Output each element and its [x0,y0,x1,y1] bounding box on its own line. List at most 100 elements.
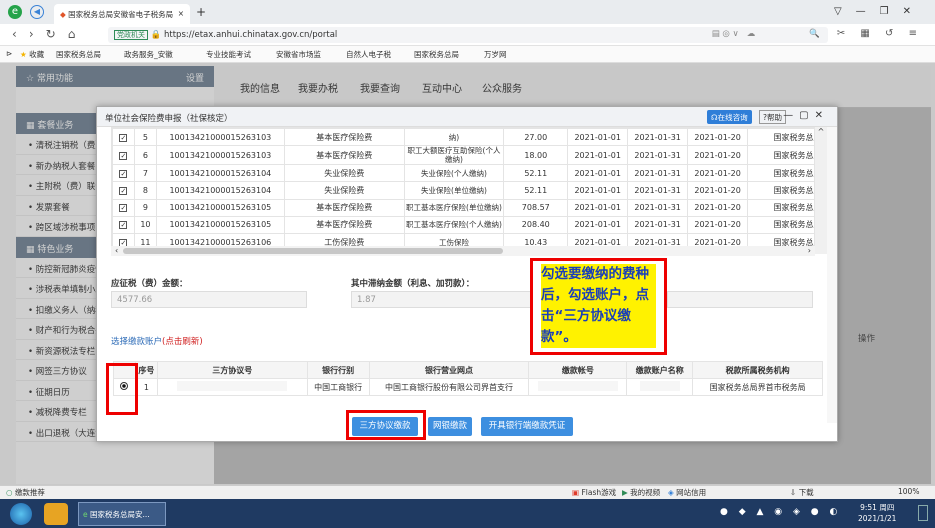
scroll-left-icon[interactable]: ‹ [115,246,118,255]
tab-close-icon[interactable]: × [178,9,184,18]
payable-label: 应征税（费）金额： [111,279,188,289]
tax-item-row[interactable]: ✓ 9 10013421000015263105 基本医疗保险费 职工基本医疗保险(单位… [112,198,814,217]
close-window-icon[interactable]: ✕ [903,6,925,17]
late-fee-label: 其中滞纳金额（利息、加罚款）： [351,279,475,289]
modal-right-scrollbar[interactable] [827,127,837,423]
row-id: 10013421000015263103 [155,128,285,147]
status-my-video[interactable]: ▶ 我的视频 [622,487,660,498]
zoom-level[interactable]: 100% [898,487,919,496]
tax-item-row[interactable]: ✓ 5 10013421000015263103 基本医疗保险费 纳) 27.00 2021… [112,128,814,147]
browser-logo-icon[interactable]: e [8,5,22,19]
row-amount: 18.00 [503,145,569,166]
toolbar-icons[interactable]: ✂ ▦ ↺ ≡ [837,28,923,39]
row-type: 基本医疗保险费 [283,215,405,234]
row-item: 失业保险(个人缴纳) [403,164,505,183]
online-banking-payment-button[interactable]: 网银缴款 [428,417,472,436]
home-icon[interactable]: ⌂ [68,27,88,41]
browser-tab[interactable]: ◆ 国家税务总局安徽省电子税务局 × [54,4,190,24]
taskbar-browser-button[interactable]: e 国家税务总局安... [78,502,166,526]
forward-icon[interactable]: › [29,27,46,41]
address-bar[interactable]: 党政机关 🔒 https://etax.anhui.chinatax.gov.c… [108,27,828,43]
checkbox-checked-icon[interactable]: ✓ [119,204,128,213]
late-fee-field[interactable]: 1.87 [351,291,537,308]
account-table: 序号 三方协议号 银行行别 银行营业网点 缴款帐号 缴款账户名称 税款所属税务机… [113,360,823,397]
browser-tab-bar: e ◀ ◆ 国家税务总局安徽省电子税务局 × + ▽—❐✕ [0,0,935,24]
payable-amount-field[interactable]: 4577.66 [111,291,307,308]
row-id: 10013421000015263103 [155,145,285,166]
fav-item[interactable]: 万岁网 [484,49,507,60]
row-checkbox[interactable]: ✓ [112,181,135,200]
checkbox-checked-icon[interactable]: ✓ [119,221,128,230]
sidebar-toggle-icon[interactable]: ⊳ [6,49,12,58]
row-due: 2021-01-20 [687,128,749,147]
help-button[interactable]: ?帮助 [759,110,786,124]
scroll-right-icon[interactable]: › [808,246,811,255]
row-checkbox[interactable]: ✓ [112,215,135,234]
row-amount: 52.11 [503,164,569,183]
fav-item[interactable]: 政务服务_安徽 [124,49,173,60]
account-row[interactable]: 1 中国工商银行 中国工商银行股份有限公司界首支行 国家税务总局界首市税务局 [113,378,823,397]
modal-title: 单位社会保险费申报（社保核定） [105,114,233,124]
tax-item-row[interactable]: ✓ 10 10013421000015263105 基本医疗保险费 职工基本医疗保险(个… [112,215,814,234]
checkbox-checked-icon[interactable]: ✓ [119,169,128,178]
bank-voucher-button[interactable]: 开具银行端缴款凭证 [481,417,573,436]
account-header: 缴款帐号 [528,360,628,380]
status-site-credit[interactable]: ◈ 网站信用 [668,487,706,498]
clock-date: 2021/1/21 [858,514,897,523]
row-checkbox[interactable]: ✓ [112,164,135,183]
status-download[interactable]: ⇩ 下载 [790,487,814,498]
fav-item[interactable]: 国家税务总局 [56,49,101,60]
checkbox-checked-icon[interactable]: ✓ [119,151,128,160]
row-end: 2021-01-31 [627,181,689,200]
back-icon[interactable]: ‹ [12,27,29,41]
tax-item-row[interactable]: ✓ 6 10013421000015263103 基本医疗保险费 职工大额医疗互助保险(… [112,145,814,166]
account-header: 三方协议号 [156,360,308,380]
row-item: 失业保险(单位缴纳) [403,181,505,200]
checkbox-checked-icon[interactable]: ✓ [119,133,128,142]
maximize-icon[interactable]: ❐ [880,6,903,17]
maximize-icon[interactable]: ▢ [799,110,814,121]
row-checkbox[interactable]: ✓ [112,198,135,217]
system-tray-icons[interactable]: ● ◆ ▲ ◉ ◈ ● ◐ [720,507,841,517]
browser-nav-bar: ‹›↻⌂ 党政机关 🔒 https://etax.anhui.chinatax.… [0,24,935,46]
new-tab-button[interactable]: + [196,5,206,19]
status-left[interactable]: ○ 缴款推荐 [6,487,45,498]
row-item: 纳) [403,128,505,147]
row-start: 2021-01-01 [567,215,629,234]
tax-item-row[interactable]: ✓ 7 10013421000015263104 失业保险费 失业保险(个人缴纳) 52.… [112,164,814,183]
row-start: 2021-01-01 [567,145,629,166]
skin-icon[interactable]: ▽ [834,6,856,17]
fav-item[interactable]: 自然人电子税 [346,49,391,60]
fav-item[interactable]: 安徽省市场监 [276,49,321,60]
fav-item[interactable]: 专业技能考试 [206,49,251,60]
tax-items-table-container: ✓ 5 10013421000015263103 基本医疗保险费 纳) 27.00 2021… [111,127,815,254]
refresh-icon[interactable]: ↻ [46,27,68,41]
back-circle-icon[interactable]: ◀ [30,5,44,19]
clock[interactable]: 9:51 周四 2021/1/21 [858,502,896,524]
taskbar-app-icon[interactable] [44,503,68,525]
row-type: 基本医疗保险费 [283,145,405,166]
address-tools: ▤ ◎ ∨ ☁ 🔍 [711,29,820,39]
row-id: 10013421000015263105 [155,215,285,234]
minimize-icon[interactable]: — [783,110,799,121]
row-checkbox[interactable]: ✓ [112,128,135,147]
show-desktop-icon[interactable] [918,505,928,521]
horizontal-scrollbar[interactable]: ‹ › [111,246,815,256]
annotation-callout: 勾选要缴纳的费种后，勾选账户，点击“三方协议缴款”。 [530,258,667,355]
vertical-scrollbar[interactable]: ^ [815,127,827,254]
start-button-icon[interactable] [10,503,32,525]
close-icon[interactable]: ✕ [815,110,829,121]
fav-star[interactable]: ★ 收藏 [20,49,44,60]
tax-item-row[interactable]: ✓ 8 10013421000015263104 失业保险费 失业保险(单位缴纳) 52.… [112,181,814,200]
extra-amount-field[interactable] [667,291,813,308]
status-flash-games[interactable]: ▣ Flash游戏 [572,487,616,498]
row-end: 2021-01-31 [627,215,689,234]
minimize-icon[interactable]: — [856,6,880,17]
refresh-link[interactable]: (点击刷新) [162,337,203,347]
online-help-button[interactable]: ☊在线咨询 [707,110,752,124]
fav-item[interactable]: 国家税务总局 [414,49,459,60]
row-org: 国家税务总局界首市 [747,181,814,200]
tax-items-table: ✓ 5 10013421000015263103 基本医疗保险费 纳) 27.00 2021… [112,128,814,252]
row-checkbox[interactable]: ✓ [112,145,135,166]
checkbox-checked-icon[interactable]: ✓ [119,186,128,195]
